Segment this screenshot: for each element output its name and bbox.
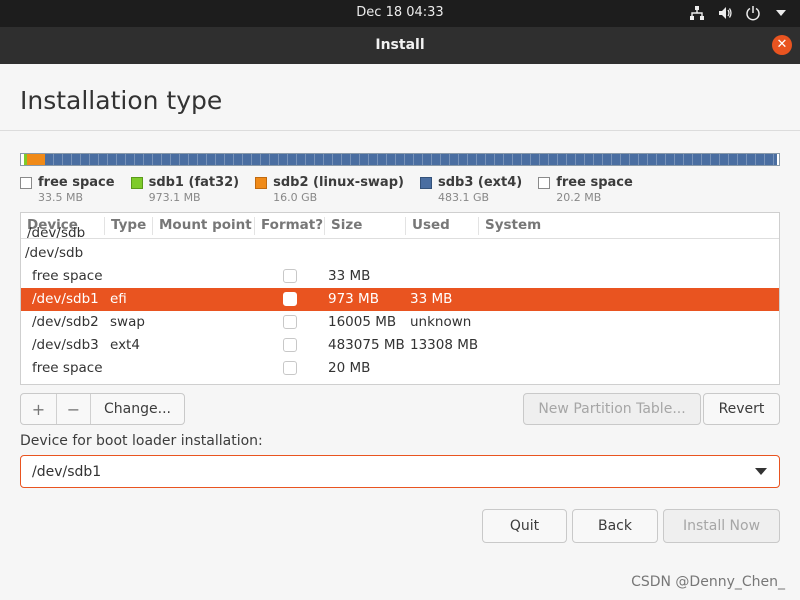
cell-size: 33 MB (328, 268, 371, 284)
close-icon[interactable]: ✕ (772, 35, 792, 55)
cell-size: 483075 MB (328, 337, 405, 353)
table-row[interactable]: /dev/sdb (21, 224, 779, 242)
dropdown-arrow-icon (755, 468, 767, 475)
change-partition-button[interactable]: Change... (91, 394, 184, 424)
cell-device: /dev/sdb2 (32, 314, 99, 330)
partition-bar-segment-sdb2 (27, 154, 45, 165)
cell-device: free space (32, 360, 103, 376)
cell-size: 20 MB (328, 360, 371, 376)
add-partition-button[interactable]: + (21, 394, 57, 424)
cell-size: 16005 MB (328, 314, 397, 330)
cell-device: /dev/sdb3 (32, 337, 99, 353)
new-partition-table-button[interactable]: New Partition Table... (523, 393, 701, 425)
cell-used: unknown (410, 314, 472, 330)
legend-swatch (255, 176, 268, 189)
revert-button[interactable]: Revert (703, 393, 780, 425)
cell-device: free space (32, 268, 103, 284)
bootloader-selected-value: /dev/sdb1 (32, 464, 102, 480)
legend-size: 973.1 MB (148, 191, 201, 204)
legend-label: free space (38, 175, 115, 190)
legend-label: sdb1 (fat32) (148, 175, 240, 190)
legend-swatch (538, 176, 551, 189)
legend-swatch (20, 176, 32, 189)
window-title-bar: Install ✕ (0, 27, 800, 64)
cell-device: /dev/sdb1 (32, 291, 99, 307)
table-row[interactable]: /dev/sdb (21, 242, 779, 265)
format-checkbox[interactable] (283, 269, 297, 283)
legend-item: sdb2 (linux-swap) 16.0 GB (255, 175, 404, 204)
partition-table[interactable]: Device Type Mount point Format? Size Use… (20, 212, 780, 385)
legend-swatch (419, 176, 432, 189)
divider (0, 130, 800, 131)
legend-label: sdb3 (ext4) (437, 175, 523, 190)
legend-label: sdb2 (linux-swap) (273, 175, 404, 190)
cell-device: /dev/sdb (25, 245, 84, 261)
legend-size: 16.0 GB (273, 191, 318, 204)
bootloader-label: Device for boot loader installation: (20, 433, 263, 449)
cell-type: swap (110, 314, 145, 330)
partition-bar-segment-sdb3 (45, 154, 777, 165)
cell-device: /dev/sdb (27, 225, 86, 241)
format-checkbox[interactable] (283, 361, 297, 375)
page-title: Installation type (20, 86, 223, 115)
bootloader-device-select[interactable]: /dev/sdb1 (20, 455, 780, 488)
network-icon[interactable] (688, 4, 706, 22)
window-title: Install (375, 37, 425, 53)
table-row[interactable]: /dev/sdb3 ext4 483075 MB 13308 MB (21, 334, 779, 357)
partition-bar-segment-free-end (777, 154, 779, 165)
table-row[interactable]: free space 33 MB (21, 265, 779, 288)
cell-used: 13308 MB (410, 337, 479, 353)
clock[interactable]: Dec 18 04:33 (0, 5, 800, 20)
back-button[interactable]: Back (572, 509, 658, 543)
legend-item: free space 33.5 MB (20, 175, 115, 204)
table-row[interactable]: /dev/sdb2 swap 16005 MB unknown (21, 311, 779, 334)
partition-legend: free space 33.5 MB sdb1 (fat32) 973.1 MB… (20, 175, 649, 204)
install-now-button[interactable]: Install Now (663, 509, 780, 543)
legend-item: sdb3 (ext4) 483.1 GB (419, 175, 523, 204)
partition-bar (20, 153, 780, 166)
volume-icon[interactable] (716, 4, 734, 22)
format-checkbox[interactable] (283, 292, 297, 306)
legend-label: free space (556, 175, 633, 190)
partition-edit-group: + − Change... (20, 393, 185, 425)
legend-item: free space 20.2 MB (538, 175, 633, 204)
table-row-selected[interactable]: /dev/sdb1 efi 973 MB 33 MB (21, 288, 779, 311)
format-checkbox[interactable] (283, 315, 297, 329)
format-checkbox[interactable] (283, 338, 297, 352)
cell-type: efi (110, 291, 127, 307)
legend-swatch (130, 176, 143, 189)
power-icon[interactable] (744, 4, 762, 22)
chevron-down-icon[interactable] (772, 4, 790, 22)
remove-partition-button[interactable]: − (57, 394, 91, 424)
cell-used: 33 MB (410, 291, 453, 307)
legend-item: sdb1 (fat32) 973.1 MB (130, 175, 240, 204)
legend-size: 20.2 MB (556, 191, 602, 204)
table-row[interactable]: free space 20 MB (21, 357, 779, 380)
cell-type: ext4 (110, 337, 140, 353)
legend-size: 33.5 MB (38, 191, 84, 204)
watermark: CSDN @Denny_Chen_ (631, 574, 785, 590)
cell-size: 973 MB (328, 291, 379, 307)
table-body: /dev/sdb /dev/sdb free space 33 MB /dev/… (21, 225, 779, 380)
quit-button[interactable]: Quit (482, 509, 567, 543)
system-tray[interactable] (688, 3, 790, 23)
legend-size: 483.1 GB (437, 191, 490, 204)
system-top-bar: Dec 18 04:33 (0, 0, 800, 27)
